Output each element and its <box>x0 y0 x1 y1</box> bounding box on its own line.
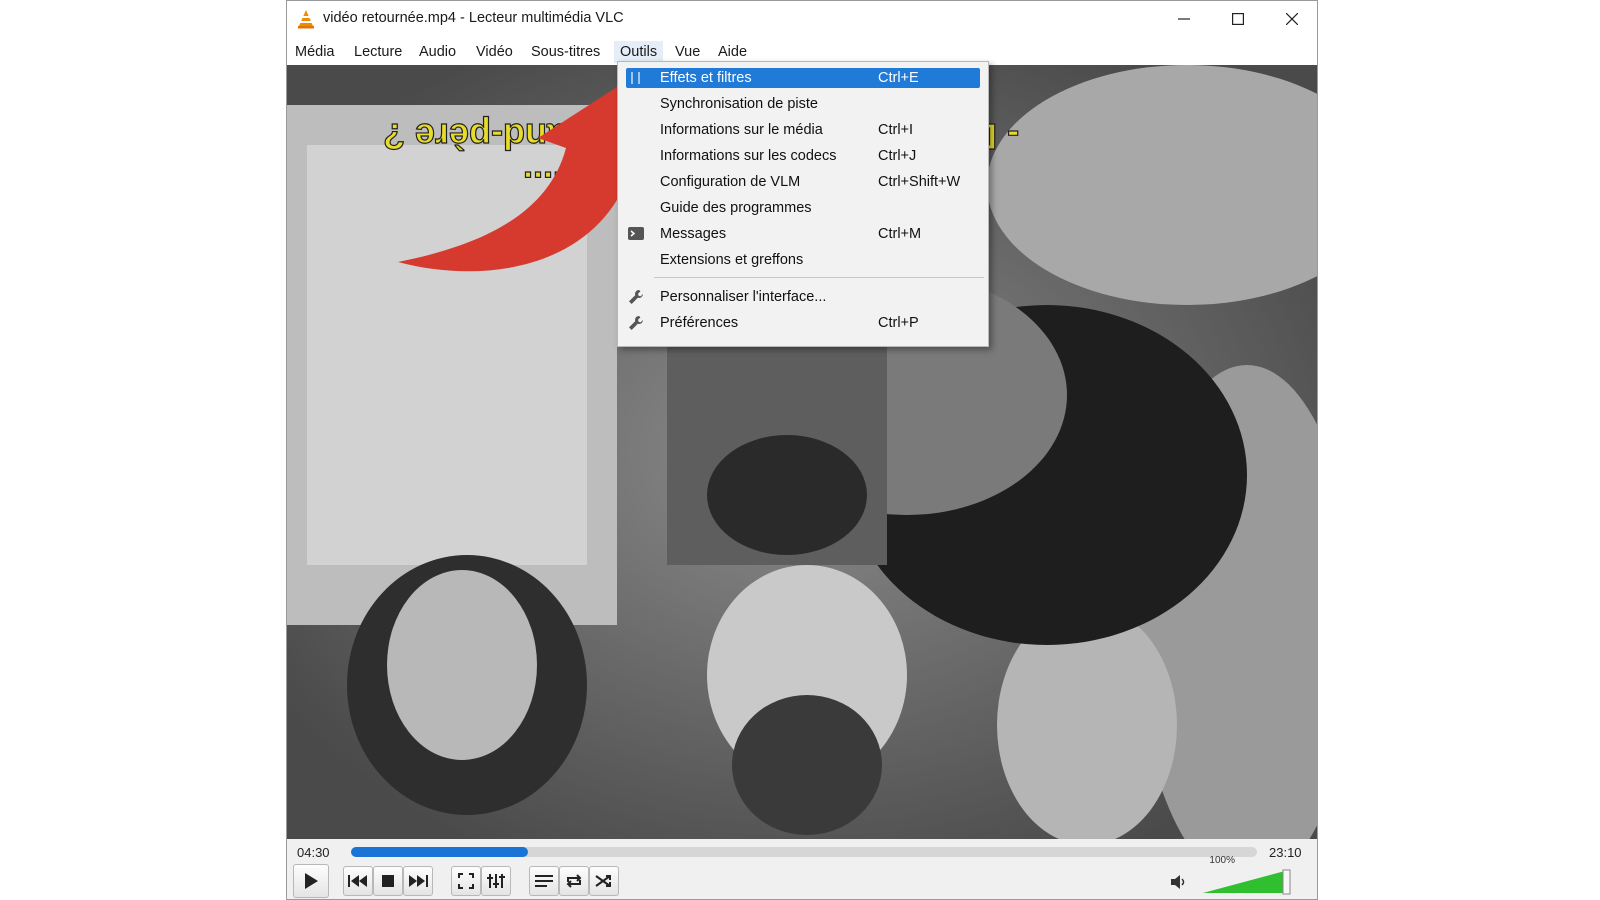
menu-vue[interactable]: Vue <box>669 41 706 63</box>
menu-item-synchronisation[interactable]: Synchronisation de piste <box>626 94 980 114</box>
previous-icon <box>348 875 367 887</box>
menu-outils[interactable]: Outils <box>614 41 664 63</box>
speaker-icon[interactable] <box>1171 875 1187 889</box>
menu-item-extensions[interactable]: Extensions et greffons <box>626 250 980 270</box>
menu-item-personnaliser-interface[interactable]: Personnaliser l'interface... <box>626 287 980 307</box>
extended-settings-button[interactable] <box>481 866 511 896</box>
seek-progress <box>351 847 528 857</box>
sliders-icon <box>631 72 640 84</box>
maximize-button[interactable] <box>1211 1 1265 37</box>
volume-level: 100% <box>1209 855 1235 866</box>
wrench-icon <box>629 290 643 304</box>
menu-audio[interactable]: Audio <box>413 41 462 63</box>
close-button[interactable] <box>1265 1 1317 37</box>
tools-dropdown-menu: Effets et filtres Ctrl+E Synchronisation… <box>617 61 989 347</box>
menu-media[interactable]: Média <box>289 41 341 63</box>
fullscreen-icon <box>458 873 474 889</box>
extended-settings-icon <box>487 874 505 888</box>
menu-separator <box>654 277 984 278</box>
stop-button[interactable] <box>373 866 403 896</box>
playlist-button[interactable] <box>529 866 559 896</box>
volume-slider[interactable] <box>1203 869 1291 895</box>
menu-video[interactable]: Vidéo <box>470 41 519 63</box>
minimize-button[interactable] <box>1157 1 1211 37</box>
shuffle-icon <box>595 875 611 887</box>
next-icon <box>409 875 428 887</box>
menu-aide[interactable]: Aide <box>712 41 753 63</box>
vlc-cone-icon <box>298 10 314 29</box>
playlist-icon <box>535 875 553 887</box>
next-button[interactable] <box>403 866 433 896</box>
window-title: vidéo retournée.mp4 - Lecteur multimédia… <box>323 10 624 26</box>
controls-bar: 04:30 23:10 100% <box>287 839 1317 899</box>
total-time: 23:10 <box>1269 845 1302 860</box>
title-bar[interactable]: vidéo retournée.mp4 - Lecteur multimédia… <box>287 1 1317 37</box>
seek-bar[interactable] <box>351 847 1257 857</box>
minimize-icon <box>1178 18 1190 20</box>
shuffle-button[interactable] <box>589 866 619 896</box>
menu-item-guide-programmes[interactable]: Guide des programmes <box>626 198 980 218</box>
loop-button[interactable] <box>559 866 589 896</box>
maximize-icon <box>1232 13 1244 25</box>
menu-item-informations-media[interactable]: Informations sur le média Ctrl+I <box>626 120 980 140</box>
terminal-icon <box>628 227 644 240</box>
fullscreen-button[interactable] <box>451 866 481 896</box>
menu-item-effets-et-filtres[interactable]: Effets et filtres Ctrl+E <box>626 68 980 88</box>
loop-icon <box>566 874 582 888</box>
previous-button[interactable] <box>343 866 373 896</box>
menu-item-informations-codecs[interactable]: Informations sur les codecs Ctrl+J <box>626 146 980 166</box>
play-button[interactable] <box>293 864 329 898</box>
elapsed-time: 04:30 <box>297 845 330 860</box>
play-icon <box>305 873 318 889</box>
menu-lecture[interactable]: Lecture <box>348 41 408 63</box>
menu-item-configuration-vlm[interactable]: Configuration de VLM Ctrl+Shift+W <box>626 172 980 192</box>
close-icon <box>1286 13 1298 25</box>
menu-item-messages[interactable]: Messages Ctrl+M <box>626 224 980 244</box>
stop-icon <box>382 875 394 887</box>
menu-sous-titres[interactable]: Sous-titres <box>525 41 606 63</box>
menu-item-preferences[interactable]: Préférences Ctrl+P <box>626 313 980 333</box>
wrench-icon <box>629 316 643 330</box>
